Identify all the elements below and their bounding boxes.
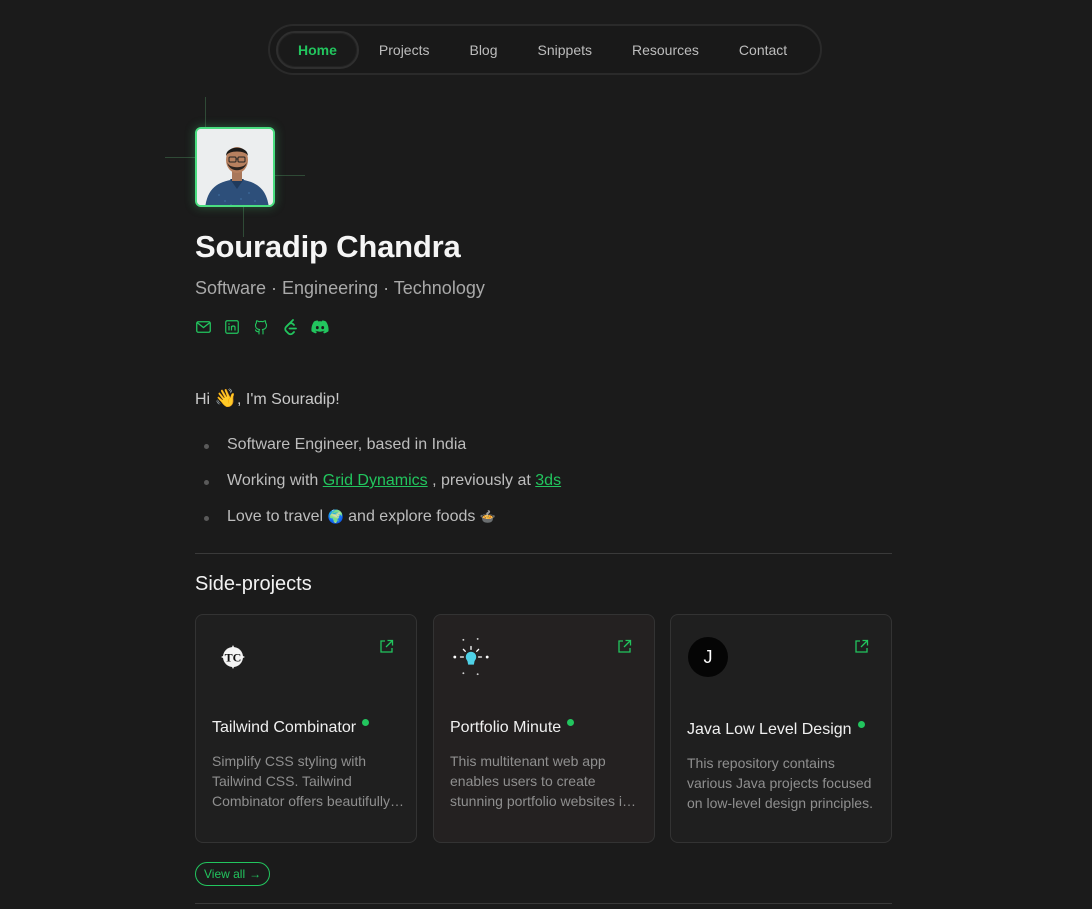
divider xyxy=(195,553,892,554)
card-title: Java Low Level Design xyxy=(687,721,865,739)
greeting-suffix: , I'm Souradip! xyxy=(236,391,340,408)
social-links xyxy=(195,318,329,336)
profile-name: Souradip Chandra xyxy=(195,229,461,264)
leetcode-icon[interactable] xyxy=(282,318,298,336)
view-all-button[interactable]: View all → xyxy=(195,862,271,886)
nav-blog[interactable]: Blog xyxy=(449,31,517,69)
bullet-middle: , previously at xyxy=(432,472,531,489)
project-card[interactable]: J Java Low Level Design This repository … xyxy=(670,614,892,843)
food-emoji: 🍲 xyxy=(479,509,496,524)
svg-text:TC: TC xyxy=(225,651,242,665)
card-title-text: Java Low Level Design xyxy=(687,721,852,738)
tc-logo-icon: TC xyxy=(213,637,253,677)
card-description: This multitenant web app enables users t… xyxy=(450,753,630,809)
card-title-text: Portfolio Minute xyxy=(450,719,562,736)
bullet-dot xyxy=(204,516,209,521)
j-logo-icon: J xyxy=(688,637,728,677)
project-card[interactable]: Portfolio Minute This multitenant web ap… xyxy=(433,614,655,843)
card-description: This repository contains various Java pr… xyxy=(687,755,873,811)
nav-contact[interactable]: Contact xyxy=(719,31,807,69)
bullet-prefix: Working with xyxy=(227,472,319,489)
greeting: Hi 👋, I'm Souradip! xyxy=(195,388,340,409)
card-title: Portfolio Minute xyxy=(450,719,575,737)
decor-line xyxy=(205,97,206,127)
grid-dynamics-link[interactable]: Grid Dynamics xyxy=(323,472,428,489)
nav-home[interactable]: Home xyxy=(276,30,359,69)
list-item: Software Engineer, based in India xyxy=(195,436,561,472)
nav-projects[interactable]: Projects xyxy=(359,31,450,69)
logo-letter: J xyxy=(703,646,713,667)
arrow-right-icon: → xyxy=(249,867,262,881)
project-card[interactable]: TC Tailwind Combinator Simplify CSS styl… xyxy=(195,614,417,843)
list-item: Working with Grid Dynamics , previously … xyxy=(195,472,561,508)
globe-emoji: 🌍 xyxy=(327,509,344,524)
mail-icon[interactable] xyxy=(195,318,211,336)
decor-line xyxy=(275,175,305,176)
wave-emoji: 👋 xyxy=(214,388,237,408)
nav-resources[interactable]: Resources xyxy=(612,31,719,69)
card-title-text: Tailwind Combinator xyxy=(212,719,357,736)
avatar-frame xyxy=(165,97,305,237)
bullet-middle: and explore foods xyxy=(348,508,476,525)
intro-list: Software Engineer, based in India Workin… xyxy=(195,436,561,544)
bullet-text: Love to travel 🌍 and explore foods 🍲 xyxy=(227,508,496,526)
sparkle-bulb-icon xyxy=(451,637,491,677)
status-dot xyxy=(362,719,370,726)
greeting-prefix: Hi xyxy=(195,391,211,408)
card-title: Tailwind Combinator xyxy=(212,719,370,737)
bullet-text: Working with Grid Dynamics , previously … xyxy=(227,472,561,490)
github-icon[interactable] xyxy=(253,318,269,336)
list-item: Love to travel 🌍 and explore foods 🍲 xyxy=(195,508,561,544)
profile-tagline: Software · Engineering · Technology xyxy=(195,278,485,298)
discord-icon[interactable] xyxy=(311,318,329,336)
decor-line xyxy=(165,157,195,158)
status-dot xyxy=(857,721,865,728)
bullet-dot xyxy=(204,480,209,485)
external-link-icon[interactable] xyxy=(617,639,632,654)
top-nav: Home Projects Blog Snippets Resources Co… xyxy=(268,24,822,75)
section-heading: Side-projects xyxy=(195,573,312,595)
external-link-icon[interactable] xyxy=(379,639,394,654)
divider xyxy=(195,903,892,904)
external-link-icon[interactable] xyxy=(854,639,869,654)
nav-snippets[interactable]: Snippets xyxy=(518,31,612,69)
bullet-prefix: Love to travel xyxy=(227,508,324,525)
view-all-label: View all xyxy=(204,867,246,881)
3ds-link[interactable]: 3ds xyxy=(535,472,561,489)
linkedin-icon[interactable] xyxy=(224,318,240,336)
bullet-dot xyxy=(204,444,209,449)
avatar xyxy=(195,127,275,207)
card-description: Simplify CSS styling with Tailwind CSS. … xyxy=(212,753,390,809)
status-dot xyxy=(567,719,575,726)
bullet-text: Software Engineer, based in India xyxy=(227,436,467,453)
